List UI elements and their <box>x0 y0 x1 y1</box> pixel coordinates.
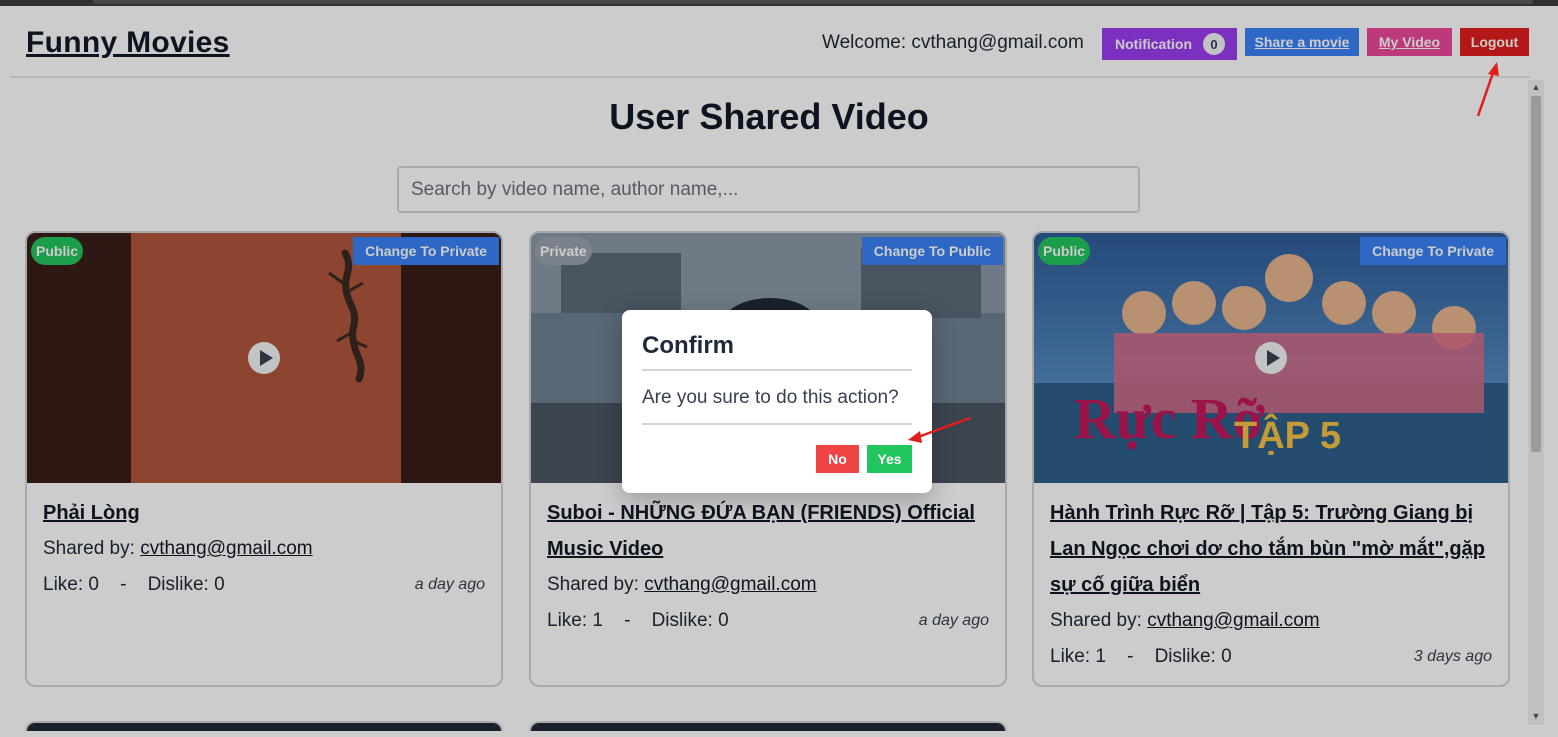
dialog-divider <box>642 369 912 371</box>
yes-button[interactable]: Yes <box>867 445 912 473</box>
dialog-title: Confirm <box>642 332 734 359</box>
dialog-message: Are you sure to do this action? <box>642 387 899 408</box>
no-button[interactable]: No <box>816 445 859 473</box>
confirm-dialog: Confirm Are you sure to do this action? … <box>622 310 932 493</box>
dialog-divider <box>642 423 912 425</box>
